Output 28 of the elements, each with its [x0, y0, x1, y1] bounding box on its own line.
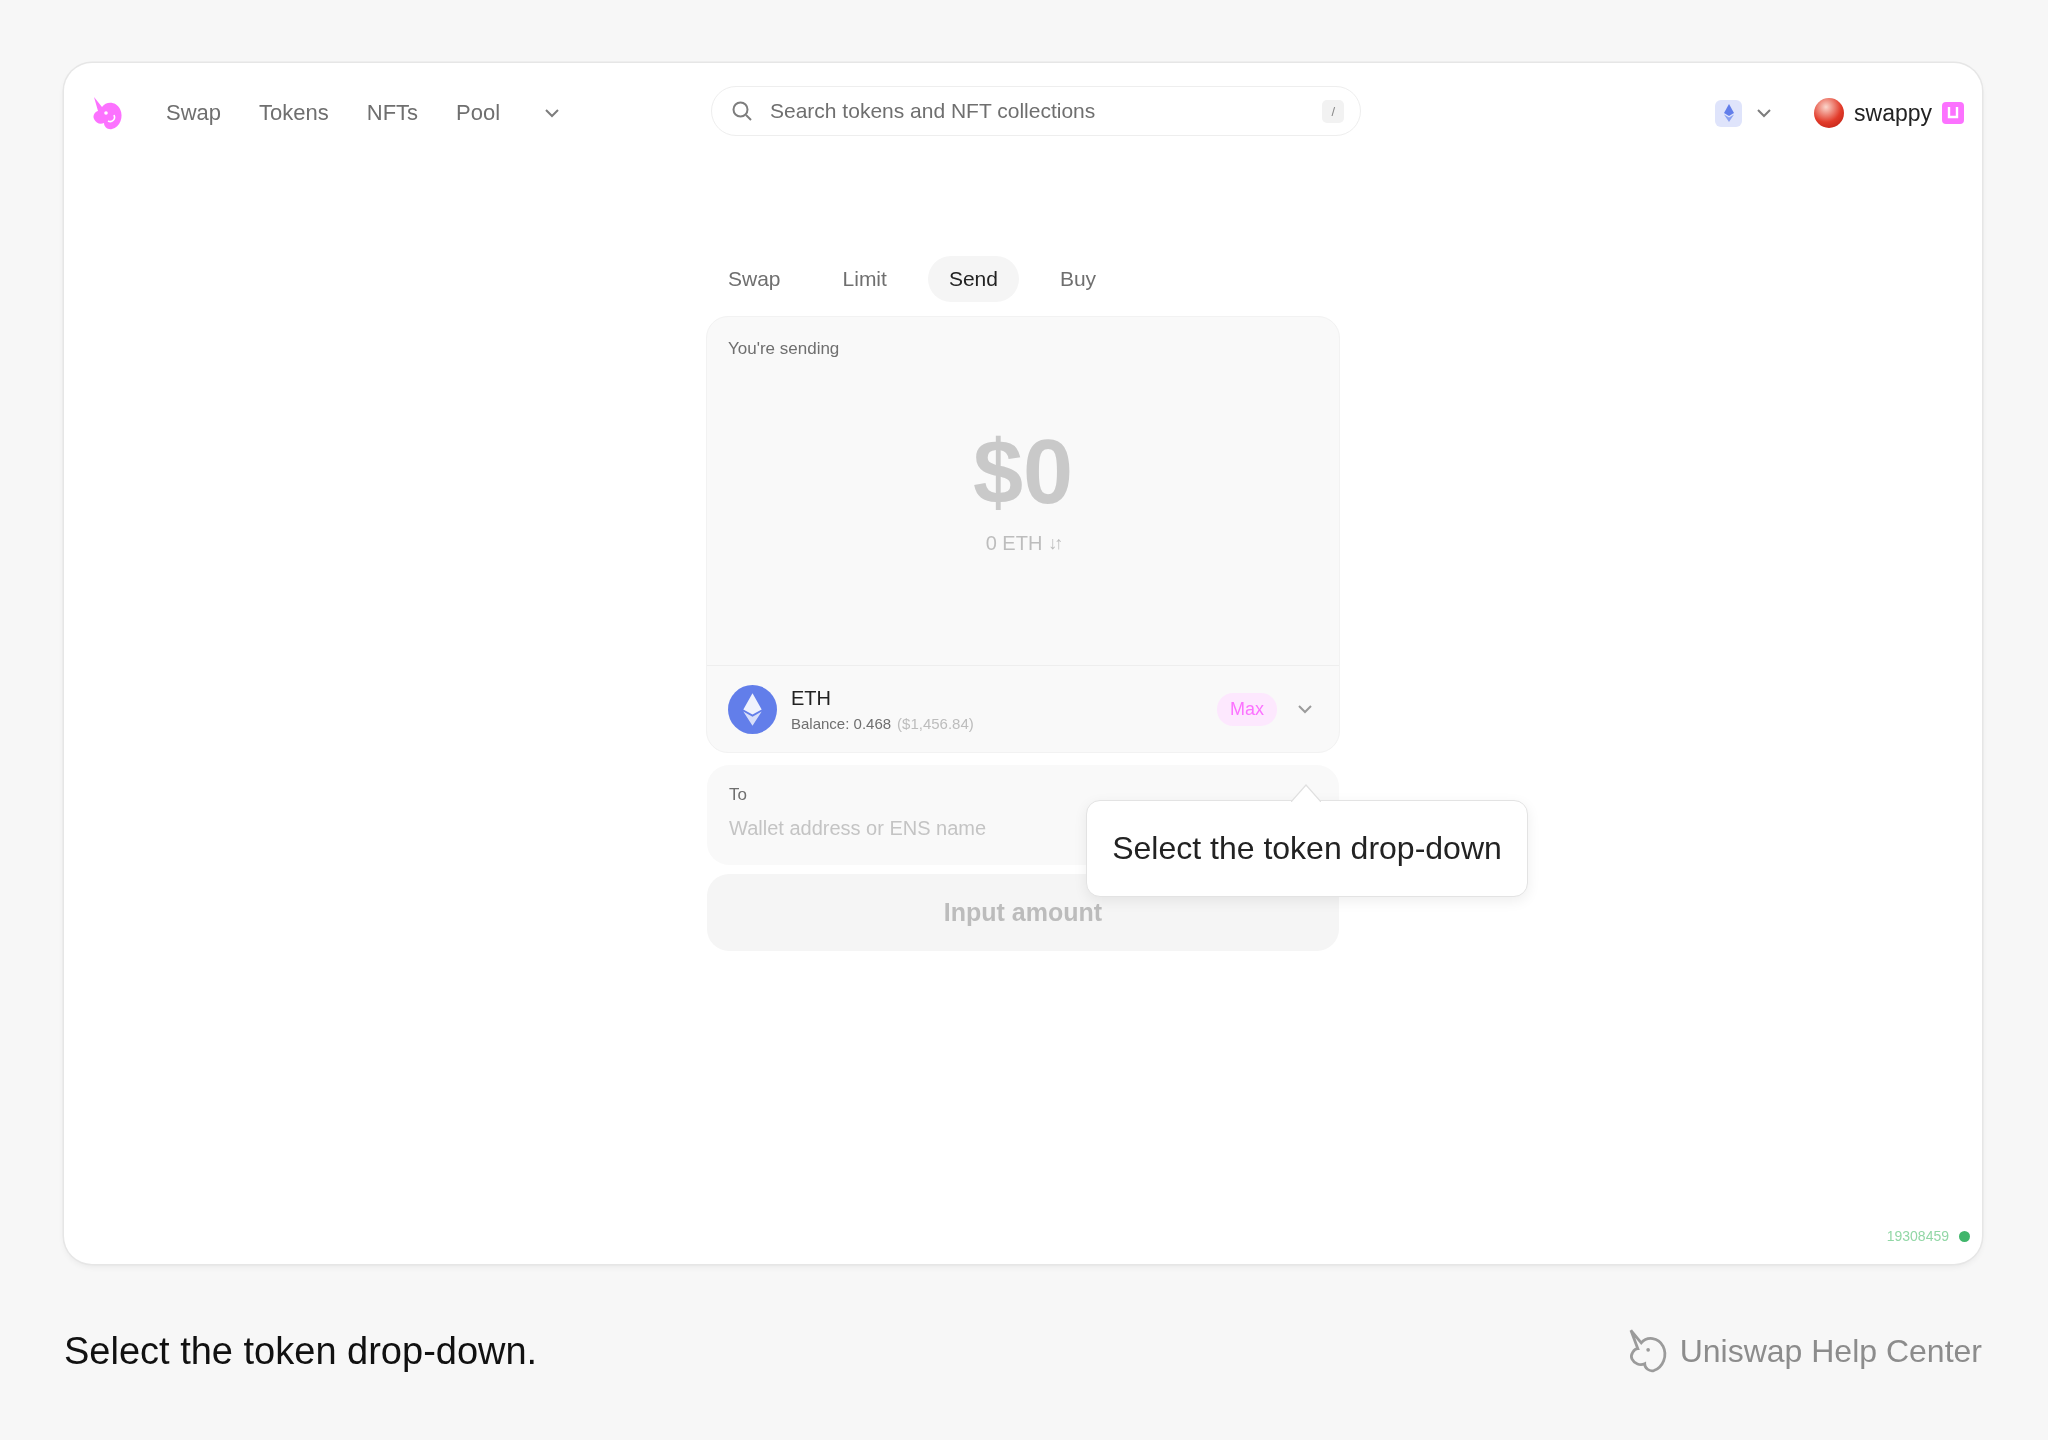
ethereum-icon — [728, 684, 777, 734]
search-bar[interactable]: Search tokens and NFT collections / — [711, 86, 1361, 136]
ethereum-icon — [1715, 99, 1742, 127]
section-label: You're sending — [728, 339, 840, 359]
nav-link[interactable]: Pool — [456, 100, 501, 126]
tab[interactable]: Buy — [1038, 256, 1118, 302]
nav-link[interactable]: Swap — [166, 100, 222, 126]
badge-icon — [1942, 102, 1964, 124]
avatar-circle — [1814, 98, 1844, 128]
tab[interactable]: Send — [927, 256, 1019, 302]
tab[interactable]: Limit — [821, 256, 908, 302]
caption-text: Select the token drop-down. — [64, 1329, 538, 1373]
token-symbol: ETH — [791, 686, 832, 710]
block-number: 19308459 — [1886, 1228, 1949, 1244]
search-icon — [730, 99, 754, 123]
tab[interactable]: Swap — [707, 256, 802, 302]
balance-usd: ($1,456.84) — [897, 714, 974, 732]
search-input[interactable]: Search tokens and NFT collections — [768, 98, 1309, 124]
recipient-label: To — [729, 785, 747, 805]
balance-text: Balance: 0.468 — [791, 714, 892, 732]
shortcut-key: / — [1322, 99, 1344, 123]
tooltip-pointer — [1291, 784, 1321, 802]
network-selector[interactable] — [1715, 99, 1774, 127]
converted-amount: 0 ETH — [985, 532, 1043, 555]
nav-link[interactable]: NFTs — [366, 100, 419, 126]
brand-name: Uniswap Help Center — [1679, 1332, 1982, 1370]
nav-link[interactable]: Tokens — [259, 100, 329, 126]
account-button[interactable]: swappy — [1814, 98, 1964, 128]
